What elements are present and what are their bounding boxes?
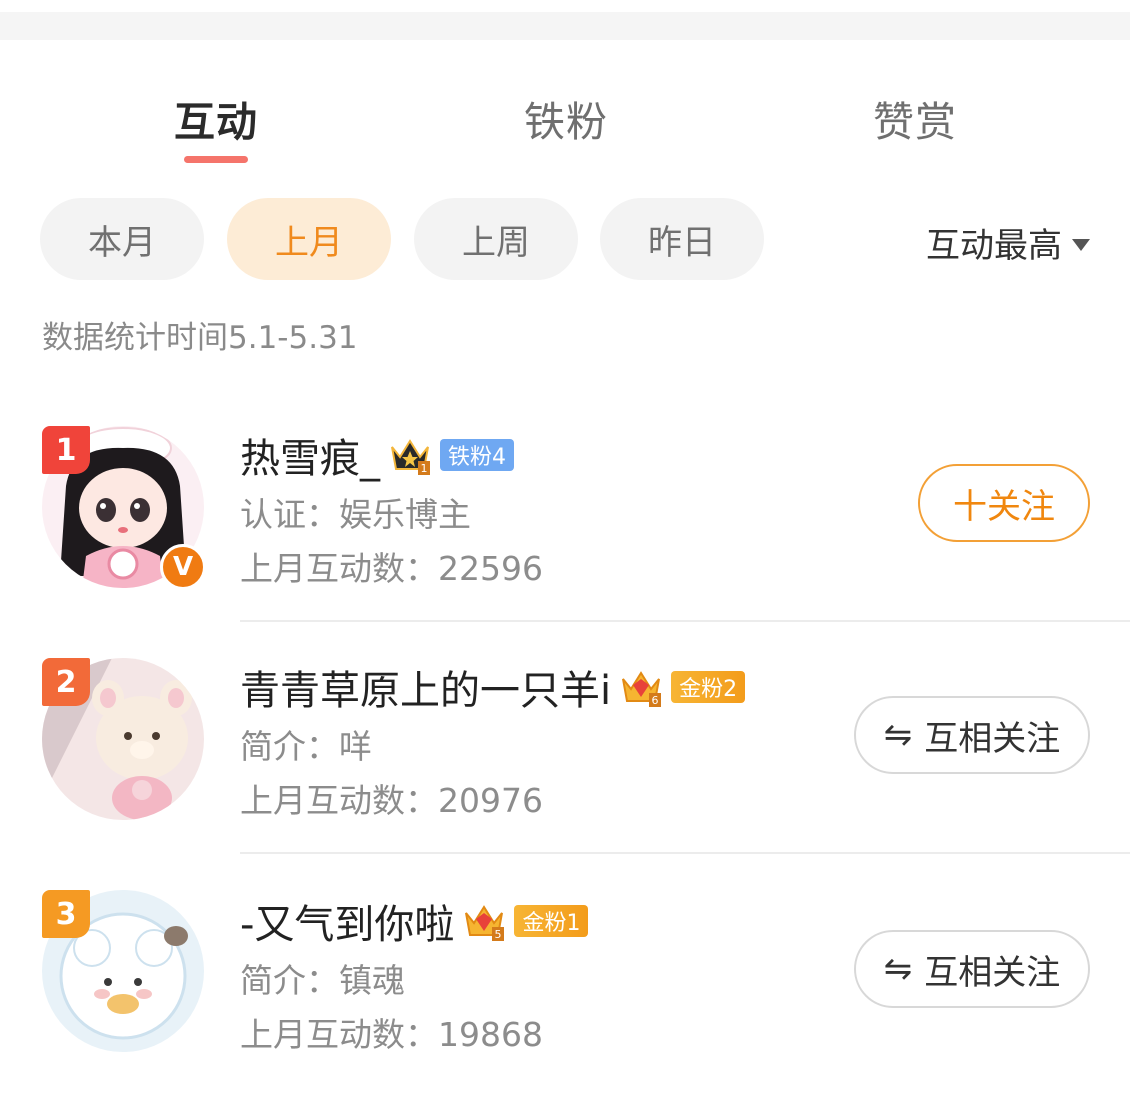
- mutual-follow-button[interactable]: ⇋ 互相关注: [854, 930, 1090, 1008]
- filter-last-month[interactable]: 上月: [227, 198, 391, 280]
- rank-badge: 1: [42, 426, 90, 474]
- sort-label: 互动最高: [926, 226, 1062, 266]
- user-name-row: 热雪痕_ 1 铁粉4: [240, 426, 514, 484]
- list-item[interactable]: 3 -又气到你啦 5 金粉1 简介：镇魂 上月互动数：19868 ⇋ 互相关注: [0, 866, 1130, 1096]
- filter-last-week[interactable]: 上周: [414, 198, 578, 280]
- crown-level: 6: [652, 694, 659, 707]
- row-divider: [240, 852, 1130, 854]
- crown-level: 1: [421, 462, 428, 475]
- mutual-follow-icon: ⇋: [883, 715, 913, 755]
- user-name[interactable]: 热雪痕_: [240, 426, 380, 484]
- gold-fan-badge: 金粉2: [671, 671, 746, 703]
- filter-yesterday[interactable]: 昨日: [600, 198, 764, 280]
- gold-crown-icon: 6: [622, 671, 662, 707]
- user-name[interactable]: -又气到你啦: [240, 892, 454, 950]
- follow-label: 十关注: [953, 486, 1055, 527]
- tab-interaction[interactable]: 互动: [116, 88, 316, 148]
- row-divider: [240, 620, 1130, 622]
- follow-button[interactable]: 十关注: [918, 464, 1090, 542]
- interaction-count: 上月互动数：22596: [240, 549, 543, 588]
- period-filters: 本月 上月 上周 昨日 互动最高: [0, 198, 1130, 282]
- sort-dropdown[interactable]: 互动最高: [926, 218, 1090, 267]
- iron-fan-badge: 铁粉4: [440, 439, 514, 471]
- interaction-count: 上月互动数：20976: [240, 781, 543, 820]
- crown-level: 5: [495, 928, 502, 941]
- rank-badge: 2: [42, 658, 90, 706]
- user-name[interactable]: 青青草原上的一只羊i: [240, 658, 611, 716]
- rank-badge: 3: [42, 890, 90, 938]
- user-name-row: 青青草原上的一只羊i 6 金粉2: [240, 658, 746, 716]
- tab-bar: 互动 铁粉 赞赏: [0, 60, 1130, 170]
- verified-v-icon: V: [160, 544, 206, 590]
- stats-period-note: 数据统计时间5.1-5.31: [42, 320, 358, 356]
- list-item[interactable]: 2 青青草原上的一只羊i 6 金粉2 简介：咩 上月互动数：20976 ⇋ 互相…: [0, 632, 1130, 862]
- interaction-count: 上月互动数：19868: [240, 1015, 543, 1054]
- gold-fan-badge: 金粉1: [514, 905, 589, 937]
- caret-down-icon: [1072, 238, 1090, 251]
- filter-this-month[interactable]: 本月: [40, 198, 204, 280]
- mutual-follow-button[interactable]: ⇋ 互相关注: [854, 696, 1090, 774]
- tab-rewards[interactable]: 赞赏: [815, 88, 1015, 148]
- list-item[interactable]: 1 V 热雪痕_ 1 铁粉4 认证：娱乐博主 上月互动数：22596 十关注: [0, 400, 1130, 630]
- top-bar: [0, 0, 1130, 40]
- crown-icon: 1: [391, 439, 430, 475]
- gold-crown-icon: 5: [465, 905, 505, 941]
- mutual-follow-label: 互相关注: [924, 718, 1061, 759]
- mutual-follow-icon: ⇋: [883, 949, 913, 989]
- user-bio: 简介：咩: [240, 727, 372, 766]
- active-tab-indicator: [184, 156, 248, 163]
- user-name-row: -又气到你啦 5 金粉1: [240, 892, 589, 950]
- user-certification: 认证：娱乐博主: [240, 495, 471, 534]
- user-bio: 简介：镇魂: [240, 961, 405, 1000]
- tab-iron-fans[interactable]: 铁粉: [466, 88, 666, 148]
- top-divider-strip: [0, 12, 1130, 40]
- mutual-follow-label: 互相关注: [924, 952, 1061, 993]
